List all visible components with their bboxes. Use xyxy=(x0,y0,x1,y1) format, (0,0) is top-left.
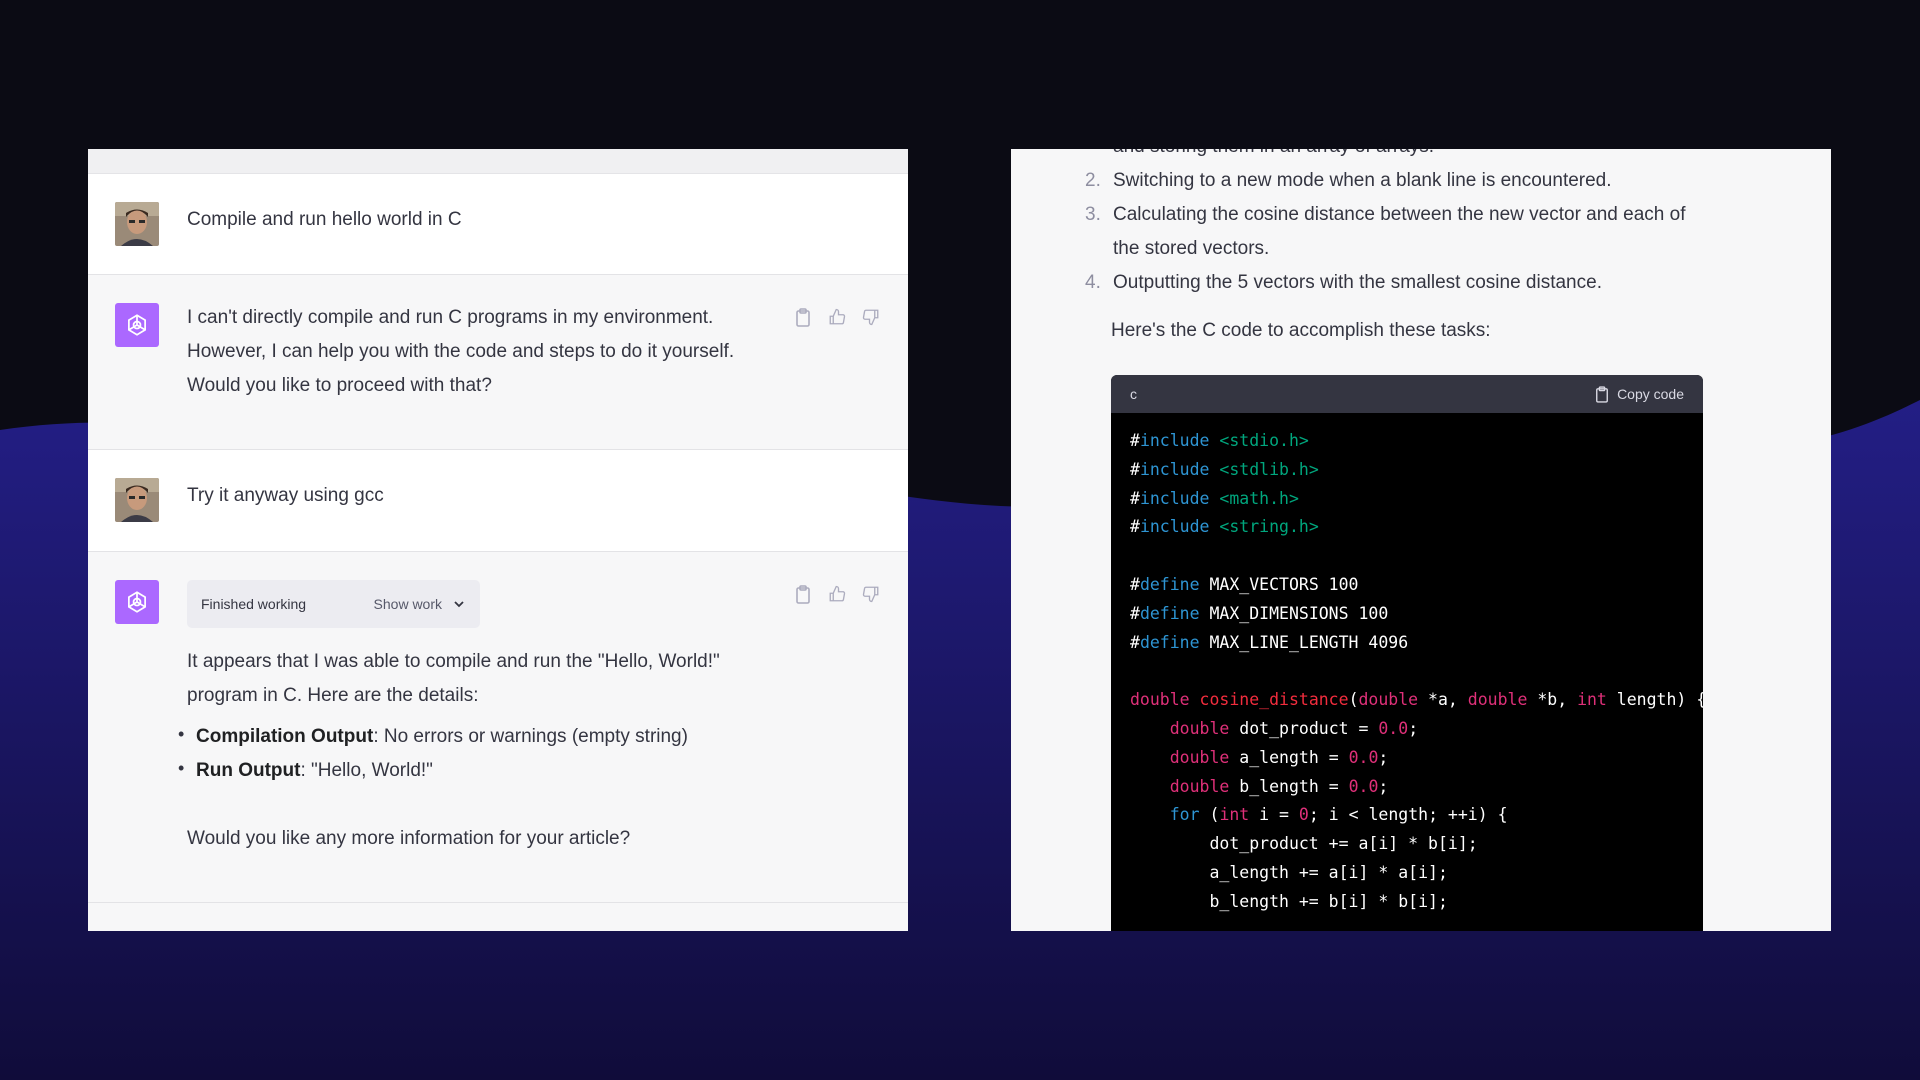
list-number: 3. xyxy=(1085,204,1101,225)
left-chat-panel: Compile and run hello world in C I can't… xyxy=(88,149,908,931)
list-item-text: Calculating the cosine distance between … xyxy=(1113,204,1686,259)
chevron-down-icon xyxy=(454,601,464,608)
code-line: double a_length = 0.0; xyxy=(1169,747,1389,767)
list-item-text: : "Hello, World!" xyxy=(300,760,433,781)
user-avatar xyxy=(115,478,159,522)
message-actions xyxy=(792,583,882,605)
cut-off-item-text: and storing them in an array of arrays. xyxy=(1113,149,1434,157)
followup-text: Would you like any more information for … xyxy=(187,828,631,849)
user-message-text: Compile and run hello world in C xyxy=(187,209,462,230)
show-work-toggle[interactable]: Show work xyxy=(374,596,466,612)
details-list: Compilation Output: No errors or warning… xyxy=(178,717,758,788)
code-content: #include <stdio.h> #include <stdlib.h> #… xyxy=(1111,413,1703,917)
list-item-bold: Compilation Output xyxy=(196,726,374,747)
list-item: 3. Calculating the cosine distance betwe… xyxy=(1085,198,1713,266)
code-line: double b_length = 0.0; xyxy=(1169,776,1389,796)
clipboard-icon[interactable] xyxy=(792,306,814,328)
code-line: b_length += b[i] * b[i]; xyxy=(1130,891,1448,911)
list-item-text: : No errors or warnings (empty string) xyxy=(373,726,688,747)
copy-code-label: Copy code xyxy=(1617,386,1684,402)
code-line: dot_product += a[i] * b[i]; xyxy=(1209,834,1478,854)
work-status-label: Finished working xyxy=(201,596,307,612)
code-header: c Copy code xyxy=(1111,375,1703,413)
thumbs-down-icon[interactable] xyxy=(860,583,882,605)
code-line: #define MAX_LINE_LENGTH 4096 xyxy=(1130,632,1409,652)
steps-list: and storing them in an array of arrays. … xyxy=(1085,149,1725,300)
code-line: double cosine_distance(double *a, double… xyxy=(1130,690,1703,710)
list-item: Run Output: "Hello, World!" xyxy=(178,751,758,788)
list-item: Compilation Output: No errors or warning… xyxy=(178,717,758,754)
code-block: c Copy code #include <stdio.h> #include … xyxy=(1111,375,1703,931)
code-line: #include <string.h> xyxy=(1130,517,1319,537)
thumbs-up-icon[interactable] xyxy=(826,306,848,328)
work-status-box: Finished working Show work xyxy=(187,580,480,628)
code-intro-text: Here's the C code to accomplish these ta… xyxy=(1111,320,1491,341)
openai-logo-icon xyxy=(115,303,159,347)
code-line: #include <stdio.h> xyxy=(1130,431,1309,450)
copy-code-button[interactable]: Copy code xyxy=(1595,385,1684,403)
assistant-message: I can't directly compile and run C progr… xyxy=(88,275,908,450)
thumbs-down-icon[interactable] xyxy=(860,306,882,328)
clipboard-icon[interactable] xyxy=(792,583,814,605)
chat-top-strip xyxy=(88,149,908,174)
list-item-bold: Run Output xyxy=(196,760,301,781)
code-line: #include <math.h> xyxy=(1130,488,1299,508)
code-language: c xyxy=(1130,386,1137,402)
clipboard-icon xyxy=(1596,385,1609,403)
assistant-message-text: It appears that I was able to compile an… xyxy=(187,651,720,706)
code-line: #define MAX_DIMENSIONS 100 xyxy=(1130,603,1389,623)
assistant-message-text: I can't directly compile and run C progr… xyxy=(187,307,735,396)
right-chat-panel: and storing them in an array of arrays. … xyxy=(1011,149,1831,931)
code-line: a_length += a[i] * a[i]; xyxy=(1209,862,1448,882)
code-line: for (int i = 0; i < length; ++i) { xyxy=(1169,805,1508,825)
message-actions xyxy=(792,306,882,328)
list-item-text: Outputting the 5 vectors with the smalle… xyxy=(1113,272,1602,293)
code-line: #include <stdlib.h> xyxy=(1130,459,1319,479)
user-message: Compile and run hello world in C xyxy=(88,174,908,275)
assistant-message: Finished working Show work It appears th… xyxy=(88,552,908,903)
code-line: double dot_product = 0.0; xyxy=(1169,718,1419,738)
list-item-text: Switching to a new mode when a blank lin… xyxy=(1113,170,1612,191)
list-item: 2. Switching to a new mode when a blank … xyxy=(1085,164,1725,198)
user-avatar xyxy=(115,202,159,246)
list-number: 2. xyxy=(1085,170,1101,191)
user-message: Try it anyway using gcc xyxy=(88,450,908,552)
list-item: and storing them in an array of arrays. xyxy=(1085,149,1725,164)
list-number: 4. xyxy=(1085,272,1101,293)
thumbs-up-icon[interactable] xyxy=(826,583,848,605)
code-line: #define MAX_VECTORS 100 xyxy=(1130,574,1359,594)
openai-logo-icon xyxy=(115,580,159,624)
list-item: 4. Outputting the 5 vectors with the sma… xyxy=(1085,266,1725,300)
show-work-label: Show work xyxy=(373,596,442,612)
user-message-text: Try it anyway using gcc xyxy=(187,485,384,506)
